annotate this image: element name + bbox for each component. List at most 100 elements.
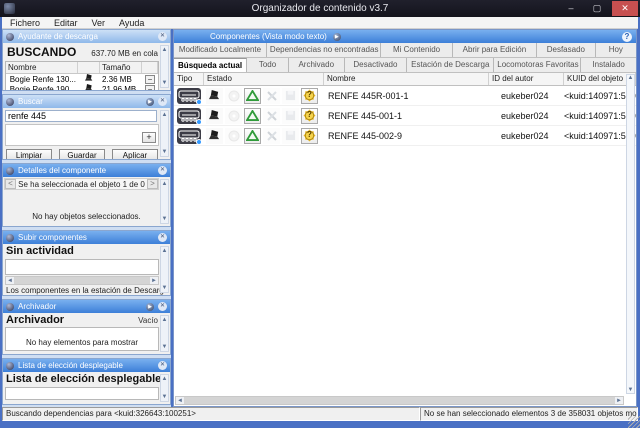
table-row[interactable]: ? RENFE 445-001-1 eukeber024 <kuid:14097… <box>174 106 636 126</box>
close-icon[interactable]: ✕ <box>158 302 167 311</box>
col-blank <box>78 62 100 73</box>
scroll-up-icon[interactable]: ▲ <box>162 111 168 119</box>
table-row[interactable]: ? RENFE 445-002-9 eukeber024 <kuid:14097… <box>174 126 636 146</box>
scrollbar-horizontal[interactable]: ◄ ► <box>175 396 624 405</box>
prev-object-button[interactable]: < <box>5 179 16 189</box>
next-object-button[interactable]: > <box>147 179 158 189</box>
help-icon[interactable]: ? <box>622 32 632 42</box>
main-panel-header[interactable]: Componentes (Vista modo texto) ▶ ? <box>174 30 636 43</box>
remove-download-button[interactable]: − <box>145 75 155 84</box>
scroll-up-icon[interactable]: ▲ <box>162 247 168 255</box>
apply-button[interactable]: Aplicar <box>112 149 158 160</box>
search-input[interactable] <box>5 110 157 122</box>
tab-archivado[interactable]: Archivado <box>289 58 345 72</box>
save-icon <box>282 108 299 124</box>
clear-button[interactable]: Limpiar <box>6 149 52 160</box>
resize-grip[interactable] <box>628 416 640 428</box>
scrollbar-vertical[interactable]: ▲ ▼ <box>160 179 169 224</box>
scrollbar-vertical[interactable]: ▲ ▼ <box>160 246 169 293</box>
save-button[interactable]: Guardar <box>59 149 105 160</box>
col-estado[interactable]: Estado <box>204 73 324 85</box>
scrollbar-horizontal[interactable]: ◄ ► <box>5 276 159 285</box>
remove-download-button[interactable]: − <box>145 85 155 92</box>
tab-hoy[interactable]: Hoy <box>596 43 636 57</box>
download-helper-header[interactable]: Ayudante de descarga ✕ <box>3 30 170 43</box>
play-icon[interactable]: ▶ <box>333 33 341 41</box>
scroll-up-icon[interactable]: ▲ <box>162 375 168 383</box>
tab-modificado-localmente[interactable]: Modificado Localmente <box>174 43 267 57</box>
scroll-right-icon[interactable]: ► <box>151 278 157 284</box>
scroll-up-icon[interactable]: ▲ <box>628 75 634 81</box>
scroll-down-icon[interactable]: ▼ <box>162 284 168 292</box>
scroll-up-icon[interactable]: ▲ <box>162 46 168 54</box>
picklist-header[interactable]: Lista de elección desplegable ✕ <box>3 359 170 372</box>
search-header[interactable]: Buscar ▶ ✕ <box>3 95 170 108</box>
tab-busqueda-actual[interactable]: Búsqueda actual <box>174 58 247 72</box>
details-header[interactable]: Detalles del componente ✕ <box>3 164 170 177</box>
play-icon[interactable]: ▶ <box>146 303 154 311</box>
download-row[interactable]: Bogie Renfe 130... 2.36 MB − <box>6 74 158 84</box>
scroll-thumb[interactable] <box>184 397 615 404</box>
scroll-left-icon[interactable]: ◄ <box>177 398 183 404</box>
play-icon[interactable]: ▶ <box>146 98 154 106</box>
menu-help[interactable]: Ayuda <box>119 18 144 28</box>
scrollbar-vertical[interactable]: ▲ ▼ <box>160 45 169 88</box>
close-icon[interactable]: ✕ <box>158 97 167 106</box>
download-item-size: 2.36 MB <box>100 75 142 84</box>
menu-file[interactable]: Fichero <box>10 18 40 28</box>
col-size[interactable]: Tamaño <box>100 62 142 73</box>
scroll-up-icon[interactable]: ▲ <box>162 180 168 188</box>
tab-dependencias-no-encontradas[interactable]: Dependencias no encontradas <box>267 43 381 57</box>
scrollbar-vertical[interactable]: ▲ ▼ <box>160 374 169 402</box>
tab-abrir-para-edicion[interactable]: Abrir para Edición <box>453 43 537 57</box>
tab-todo[interactable]: Todo <box>247 58 289 72</box>
menu-view[interactable]: Ver <box>92 18 106 28</box>
menu-edit[interactable]: Editar <box>54 18 78 28</box>
panel-status-icon <box>6 167 14 175</box>
picklist-area <box>5 387 159 400</box>
tab-desfasado[interactable]: Desfasado <box>537 43 596 57</box>
status-selection: No se han seleccionado elementos 3 de 35… <box>420 407 638 421</box>
tab-estacion-de-descarga[interactable]: Estación de Descarga <box>407 58 494 72</box>
download-row[interactable]: Bogie Renfe 190... 21.96 MB − <box>6 84 158 91</box>
scroll-down-icon[interactable]: ▼ <box>628 387 634 393</box>
tab-mi-contenido[interactable]: Mi Contenido <box>381 43 452 57</box>
scrollbar-vertical[interactable]: ▲ ▼ <box>626 74 635 394</box>
col-tipo[interactable]: Tipo <box>174 73 204 85</box>
scrollbar-vertical[interactable]: ▲ ▼ <box>160 110 169 157</box>
scroll-thumb[interactable] <box>14 277 150 284</box>
close-icon[interactable]: ✕ <box>158 166 167 175</box>
scroll-down-icon[interactable]: ▼ <box>162 343 168 351</box>
panel-status-icon <box>6 234 14 242</box>
scroll-up-icon[interactable]: ▲ <box>162 316 168 324</box>
scroll-down-icon[interactable]: ▼ <box>162 79 168 87</box>
table-row[interactable]: ? RENFE 445R-001-1 eukeber024 <kuid:1409… <box>174 86 636 106</box>
tab-instalado[interactable]: Instalado <box>581 58 636 72</box>
tab-desactivado[interactable]: Desactivado <box>345 58 408 72</box>
close-icon[interactable]: ✕ <box>158 233 167 242</box>
titlebar: Organizador de contenido v3.7 – ▢ ✕ <box>0 0 640 17</box>
close-button[interactable]: ✕ <box>612 1 638 16</box>
statusbar: Buscando dependencias para <kuid:326643:… <box>2 407 638 421</box>
col-nombre[interactable]: Nombre <box>324 73 489 85</box>
close-icon[interactable]: ✕ <box>158 361 167 370</box>
add-filter-button[interactable]: + <box>142 132 156 143</box>
save-icon <box>282 88 299 104</box>
col-name[interactable]: Nombre <box>6 62 78 73</box>
local-marker-icon <box>196 119 202 125</box>
archiver-header[interactable]: Archivador ▶ ✕ <box>3 300 170 313</box>
minimize-button[interactable]: – <box>558 1 584 16</box>
scroll-left-icon[interactable]: ◄ <box>7 278 13 284</box>
scroll-down-icon[interactable]: ▼ <box>162 393 168 401</box>
question-icon: ? <box>302 130 317 139</box>
scrollbar-vertical[interactable]: ▲ ▼ <box>160 315 169 352</box>
scroll-right-icon[interactable]: ► <box>616 398 622 404</box>
scroll-down-icon[interactable]: ▼ <box>162 148 168 156</box>
tab-locomotoras-favoritas[interactable]: Locomotoras Favoritas <box>494 58 581 72</box>
menubar: Fichero Editar Ver Ayuda <box>2 17 638 29</box>
col-id-autor[interactable]: ID del autor <box>489 73 564 85</box>
maximize-button[interactable]: ▢ <box>584 1 610 16</box>
upload-header[interactable]: Subir componentes ✕ <box>3 231 170 244</box>
scroll-down-icon[interactable]: ▼ <box>162 215 168 223</box>
close-icon[interactable]: ✕ <box>158 32 167 41</box>
